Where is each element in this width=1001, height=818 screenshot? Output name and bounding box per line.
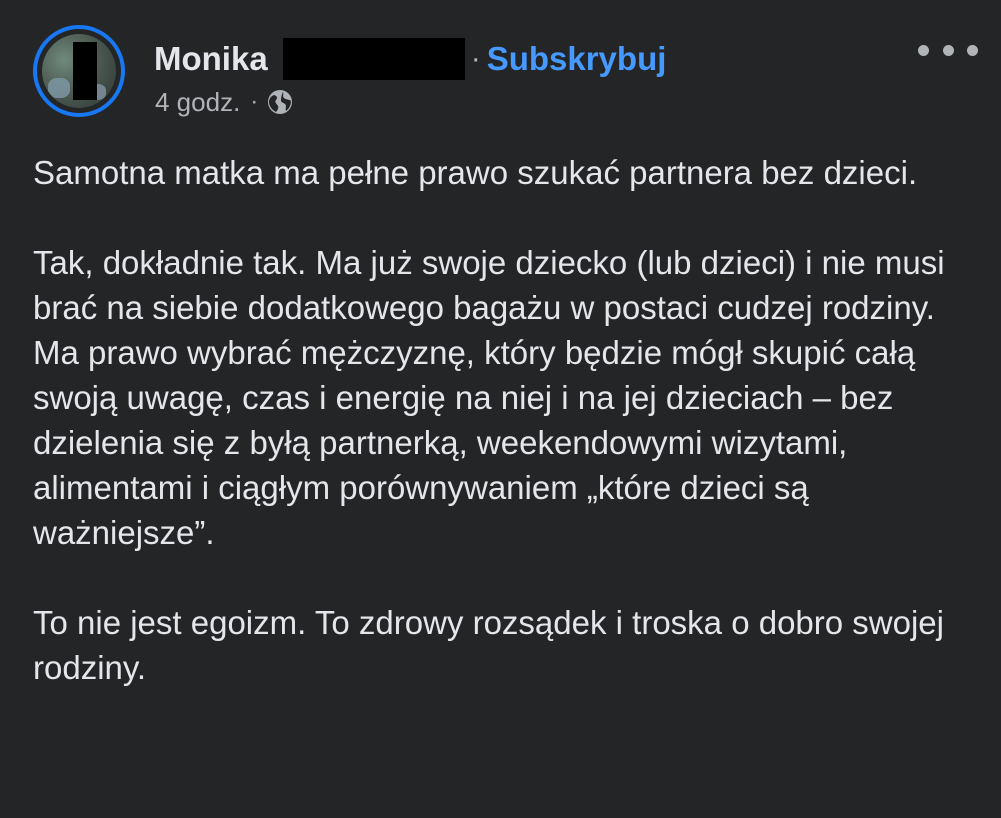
post-paragraph: Samotna matka ma pełne prawo szukać part… xyxy=(33,154,918,191)
avatar-redaction xyxy=(73,42,97,100)
meta-separator: · xyxy=(250,88,259,115)
avatar-image xyxy=(42,34,116,108)
post-paragraph: To nie jest egoizm. To zdrowy rozsądek i… xyxy=(33,604,944,686)
globe-icon[interactable] xyxy=(266,88,294,116)
post-timestamp[interactable]: 4 godz. xyxy=(155,87,240,118)
subscribe-button[interactable]: Subskrybuj xyxy=(487,40,667,78)
post-header: Monika · Subskrybuj 4 godz. · xyxy=(0,0,1001,135)
more-horizontal-icon xyxy=(918,44,929,56)
more-horizontal-icon xyxy=(967,44,978,56)
name-redaction xyxy=(282,38,465,80)
author-line: Monika · Subskrybuj xyxy=(154,38,666,80)
post-paragraph: Ma prawo wybrać mężczyznę, który będzie … xyxy=(33,334,916,551)
more-options-button[interactable] xyxy=(918,30,978,70)
more-horizontal-icon xyxy=(942,44,954,56)
post-text: Samotna matka ma pełne prawo szukać part… xyxy=(33,150,983,690)
separator-dot: · xyxy=(470,42,481,75)
post-paragraph: Tak, dokładnie tak. Ma już swoje dziecko… xyxy=(33,244,945,326)
avatar-detail xyxy=(48,78,70,98)
post-meta: 4 godz. · xyxy=(155,86,294,118)
author-name[interactable]: Monika xyxy=(154,40,268,78)
avatar[interactable] xyxy=(33,25,125,117)
